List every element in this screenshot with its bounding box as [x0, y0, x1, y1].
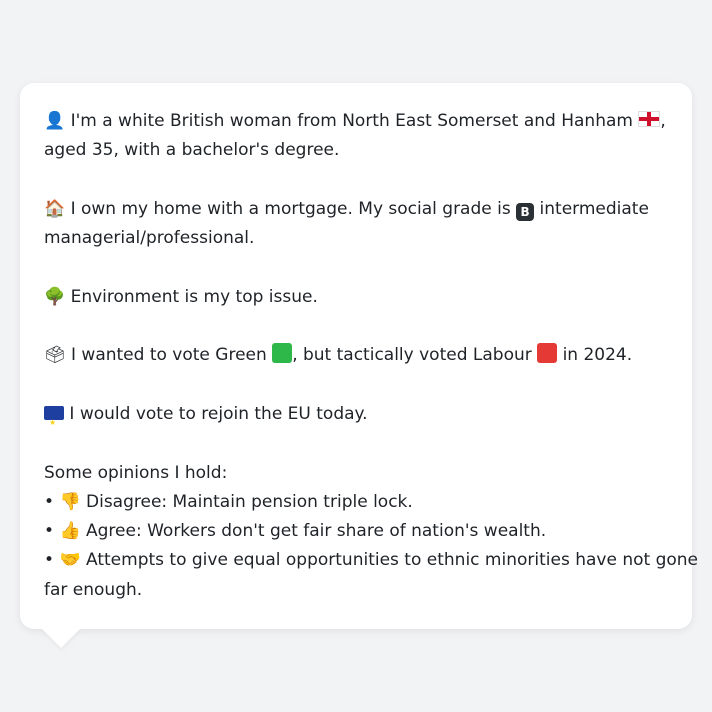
bullet: • [44, 491, 55, 512]
speech-bubble-tail [41, 628, 81, 648]
home-text: I own my home with a mortgage. My social… [70, 198, 511, 219]
opinion-text: Disagree: Maintain pension triple lock. [86, 491, 413, 512]
issue-paragraph: 🌳 Environment is my top issue. [44, 283, 668, 312]
issue-text: Environment is my top issue. [70, 286, 318, 307]
list-item: • 👍 Agree: Workers don't get fair share … [44, 517, 668, 546]
thumbs-up-icon: 👍 [59, 521, 81, 542]
list-item: • 🤝 Attempts to give equal opportunities… [44, 546, 698, 575]
england-flag-icon [638, 111, 661, 127]
thumbs-down-icon: 👎 [59, 491, 81, 512]
identity-text-2: aged 35, with a bachelor's degree. [44, 140, 340, 161]
eu-paragraph: ★ I would vote to rejoin the EU today. [44, 400, 668, 429]
eu-flag-icon: ★ [44, 405, 64, 427]
grade-text-2: managerial/professional. [44, 228, 255, 249]
opinion-text: Attempts to give equal opportunities to … [86, 550, 698, 571]
bullet: • [44, 550, 55, 571]
opinions-section: Some opinions I hold: • 👎 Disagree: Main… [44, 459, 698, 605]
identity-comma: , [660, 111, 666, 131]
ballot-box-icon: 🗳 [44, 345, 66, 366]
vote-text: I wanted to vote Green [71, 345, 267, 366]
handshake-icon: 🤝 [59, 550, 81, 571]
grade-text: intermediate [539, 198, 649, 219]
eu-text: I would vote to rejoin the EU today. [69, 403, 368, 424]
identity-text: I'm a white British woman from North Eas… [70, 111, 633, 131]
opinion-text-continued: far enough. [44, 579, 143, 600]
identity-paragraph: 👤 I'm a white British woman from North E… [44, 107, 668, 166]
vote-text-2: , but tactically voted Labour [292, 345, 532, 366]
persona-card: 👤 I'm a white British woman from North E… [20, 83, 698, 629]
social-grade-badge: B [516, 202, 535, 221]
person-silhouette-icon: 👤 [44, 111, 66, 131]
vote-text-3: in 2024. [562, 345, 633, 366]
tree-icon: 🌳 [44, 286, 66, 307]
opinions-heading: Some opinions I hold: [44, 462, 228, 483]
home-paragraph: 🏠 I own my home with a mortgage. My soci… [44, 195, 668, 254]
vote-paragraph: 🗳 I wanted to vote Green , but tacticall… [44, 341, 668, 370]
bullet: • [44, 521, 55, 542]
red-square-icon [537, 343, 558, 364]
house-icon: 🏠 [44, 198, 66, 219]
opinion-text: Agree: Workers don't get fair share of n… [86, 521, 547, 542]
list-item: • 👎 Disagree: Maintain pension triple lo… [44, 488, 668, 517]
green-square-icon [272, 343, 293, 364]
